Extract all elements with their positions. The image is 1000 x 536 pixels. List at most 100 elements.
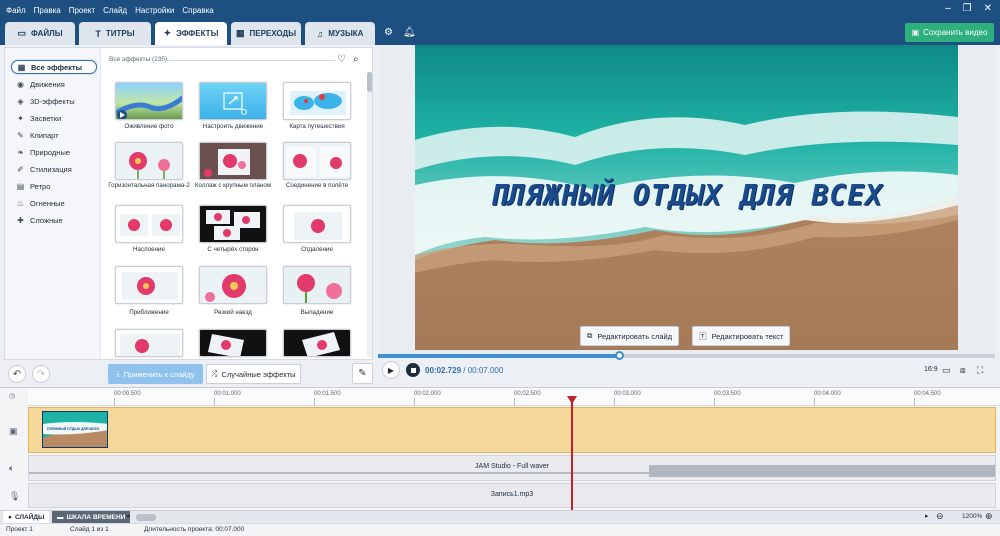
menu-slide[interactable]: Слайд: [103, 6, 127, 15]
menu-help[interactable]: Справка: [182, 6, 213, 15]
effect-thumb[interactable]: [283, 329, 351, 357]
tab-files[interactable]: ▭ ФАЙЛЫ: [5, 22, 75, 45]
collage-thumbnail: [200, 143, 266, 179]
effect-thumb[interactable]: [283, 266, 351, 304]
effect-label: Карта путешествия: [289, 123, 345, 130]
menu-project[interactable]: Проект: [69, 6, 95, 15]
clear-effects-button[interactable]: ✎: [352, 363, 373, 384]
playhead[interactable]: [571, 398, 573, 511]
fullscreen-icon[interactable]: ⛶: [977, 365, 983, 376]
motion-icon: ◉: [17, 79, 24, 89]
effect-thumb[interactable]: [199, 329, 267, 357]
apply-to-slide-button[interactable]: ⤓ Применить к слайду: [108, 364, 203, 384]
bell-icon[interactable]: 🔔︎: [403, 27, 416, 38]
edit-text-button[interactable]: 🅃︎ Редактировать текст: [692, 326, 791, 346]
speaker-icon: 🔈︎: [9, 463, 15, 473]
save-video-button[interactable]: ▣ Сохранить видео: [905, 23, 994, 42]
menu-bar: Файл Правка Проект Слайд Настройки Справ…: [0, 0, 1000, 15]
slide-title-text[interactable]: ПЛЯЖНЫЙ ОТДЫХ ДЛЯ ВСЕХ: [415, 179, 958, 212]
music-track[interactable]: JAM Studio - Full waver: [28, 455, 996, 481]
cube-icon: ◈: [17, 96, 24, 106]
puzzle-icon: ✚: [17, 215, 24, 225]
aspect-ratio-label[interactable]: 16:9: [924, 366, 938, 373]
search-icon[interactable]: ⌕: [353, 54, 359, 65]
main-tabs: ▭ ФАЙЛЫ T ТИТРЫ ✦ ЭФФЕКТЫ ▦ ПЕРЕХОДЫ ♫ МУЗЫКА…: [0, 20, 1000, 45]
effect-thumb[interactable]: [115, 142, 183, 180]
category-fire[interactable]: ♨ Огненные: [11, 196, 97, 210]
menu-edit[interactable]: Правка: [34, 6, 61, 15]
category-stylize[interactable]: ✐ Стилизация: [11, 162, 97, 176]
snapshot-icon[interactable]: ⧈: [960, 365, 966, 376]
category-3d[interactable]: ◈ 3D-эффекты: [11, 94, 97, 108]
playback-progress[interactable]: [378, 351, 995, 360]
minimize-icon[interactable]: –: [945, 3, 951, 14]
zoom-out-icon[interactable]: ⊖: [936, 511, 944, 522]
effect-label: Выпадение: [300, 309, 334, 316]
aspect-icon[interactable]: ▭: [942, 365, 951, 376]
layering-thumbnail: [120, 214, 180, 236]
retro-icon: ▤: [16, 181, 25, 191]
category-nature[interactable]: ❧ Природные: [11, 145, 97, 159]
effect-thumb[interactable]: [199, 142, 267, 180]
category-clipart[interactable]: ✎ Клипарт: [11, 128, 97, 142]
flowers-thumbnail: [286, 147, 350, 177]
gear-icon[interactable]: ⚙: [384, 27, 393, 38]
download-icon: ⤓: [116, 369, 120, 378]
effect-thumb[interactable]: [115, 266, 183, 304]
effect-label: Оживление фото: [124, 123, 174, 130]
category-all[interactable]: ▦ Все эффекты: [11, 60, 97, 74]
effect-thumb[interactable]: [199, 266, 267, 304]
restore-icon[interactable]: ❐: [963, 3, 972, 14]
heart-icon[interactable]: ♡: [337, 54, 346, 65]
effect-thumb[interactable]: [115, 329, 183, 357]
flowers-thumbnail: [120, 334, 180, 356]
effect-thumb[interactable]: [283, 142, 351, 180]
window-controls: – ❐ ✕: [945, 3, 992, 14]
tab-effects[interactable]: ✦ ЭФФЕКТЫ: [155, 22, 227, 45]
close-icon[interactable]: ✕: [984, 3, 992, 14]
save-icon: ▣: [911, 28, 920, 37]
undo-button[interactable]: ↶: [8, 365, 26, 383]
effect-thumb[interactable]: [283, 82, 351, 120]
effect-thumb[interactable]: [115, 82, 183, 120]
clock-icon: ◷: [9, 393, 16, 400]
scroll-left-icon[interactable]: ◂: [126, 512, 130, 520]
scrollbar-thumb[interactable]: [367, 72, 372, 92]
redo-button[interactable]: ↷: [32, 365, 50, 383]
edit-slide-button[interactable]: ⧉ Редактировать слайд: [580, 326, 680, 346]
video-preview[interactable]: ПЛЯЖНЫЙ ОТДЫХ ДЛЯ ВСЕХ: [415, 45, 958, 350]
slide-clip[interactable]: ПЛЯЖНЫЙ ОТДЫХ ДЛЯ ВСЕХ: [42, 411, 108, 448]
effect-thumb[interactable]: [115, 205, 183, 243]
clip-caption: ПЛЯЖНЫЙ ОТДЫХ ДЛЯ ВСЕХ: [47, 427, 100, 431]
tab-titles[interactable]: T ТИТРЫ: [79, 22, 151, 45]
ruler-tick: [414, 398, 415, 406]
video-track[interactable]: ПЛЯЖНЫЙ ОТДЫХ ДЛЯ ВСЕХ: [28, 407, 996, 453]
ruler-tick: [814, 398, 815, 406]
category-motion[interactable]: ◉ Движения: [11, 77, 97, 91]
play-button[interactable]: ▶: [382, 361, 400, 379]
menu-settings[interactable]: Настройки: [135, 6, 174, 15]
scroll-right-icon[interactable]: ▸: [925, 512, 929, 520]
zoom-in-icon[interactable]: ⊕: [985, 511, 993, 522]
time-ruler[interactable]: 00:00.500 00:01.000 00:01.500 00:02.000 …: [28, 388, 1000, 406]
effect-thumb[interactable]: [199, 82, 267, 120]
redo-icon: ↷: [36, 368, 46, 380]
tab-music[interactable]: ♫ МУЗЫКА: [305, 22, 375, 45]
effect-thumb[interactable]: [283, 205, 351, 243]
voice-track[interactable]: Запись1.mp3: [28, 483, 996, 508]
tab-transitions[interactable]: ▦ ПЕРЕХОДЫ: [231, 22, 301, 45]
ruler-tick: [114, 398, 115, 406]
ruler-label: 00:01.000: [214, 391, 241, 397]
menu-file[interactable]: Файл: [6, 6, 26, 15]
fire-icon: ♨: [16, 198, 25, 208]
effects-scrollbar[interactable]: [367, 72, 372, 357]
effect-thumb[interactable]: [199, 205, 267, 243]
category-retro[interactable]: ▤ Ретро: [11, 179, 97, 193]
stop-button[interactable]: [406, 363, 420, 377]
timeline-scroll-thumb[interactable]: [136, 514, 156, 521]
random-effects-button[interactable]: ⤮ Случайные эффекты: [206, 364, 301, 384]
category-complex[interactable]: ✚ Сложные: [11, 213, 97, 227]
progress-knob[interactable]: [614, 351, 624, 360]
microphone-icon: 🎙︎: [9, 491, 21, 501]
category-light[interactable]: ✦ Засветки: [11, 111, 97, 125]
